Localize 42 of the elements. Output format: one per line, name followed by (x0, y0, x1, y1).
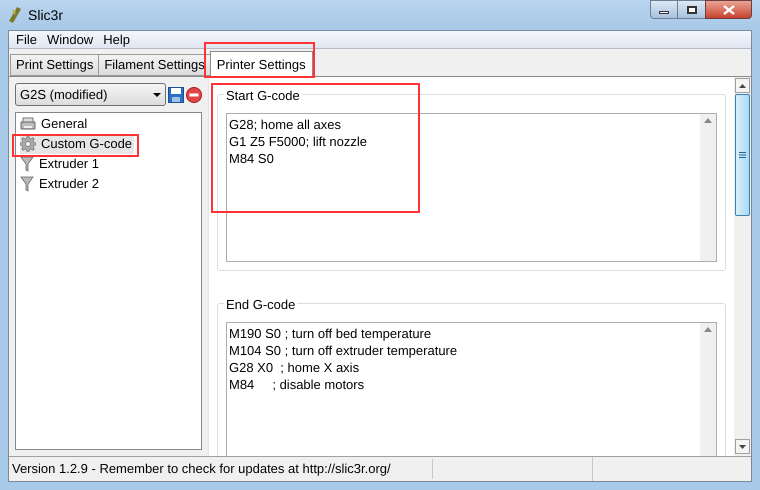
scroll-up-icon (704, 327, 712, 332)
maximize-button[interactable] (678, 0, 705, 19)
scrollbar[interactable] (700, 114, 716, 261)
tree-item[interactable]: Extruder 1 (20, 154, 101, 174)
scroll-up-icon (704, 118, 712, 123)
delete-icon[interactable] (186, 86, 202, 102)
menu-item[interactable]: File (11, 30, 42, 50)
preset-dropdown[interactable]: G2S (modified) (15, 83, 166, 106)
code-editor[interactable]: M190 S0 ; turn off bed temperature M104 S0 ; turn off extruder temperature G28 X0 ; home X axis M84 ; disable motors (226, 322, 717, 456)
tab[interactable]: Print Settings (10, 54, 100, 76)
code-line: G1 Z5 F5000; lift nozzle (229, 133, 368, 150)
printer-icon (20, 117, 36, 131)
code-editor[interactable]: G28; home all axes G1 Z5 F5000; lift nozzle M84 S0 (226, 113, 717, 262)
tree-item[interactable]: Custom G-code (20, 134, 134, 154)
tree-item[interactable]: Extruder 2 (20, 174, 101, 194)
code-line: M84 ; disable motors (229, 376, 364, 393)
tab[interactable]: Printer Settings (210, 51, 313, 77)
window-title: Slic3r (28, 6, 64, 24)
tab[interactable]: Filament Settings (98, 54, 211, 76)
scroll-down-icon (739, 444, 746, 448)
dropdown-caret-icon (153, 92, 161, 96)
save-icon[interactable] (168, 86, 184, 102)
scroll-up-icon (739, 84, 746, 88)
code-line: M190 S0 ; turn off bed temperature (229, 325, 432, 342)
close-icon (722, 4, 734, 14)
scrollbar[interactable] (700, 323, 716, 456)
scrollbar[interactable] (734, 77, 751, 456)
status-text: Version 1.2.9 - Remember to check for updates at http://slic3r.org/ (9, 459, 433, 479)
code-line: M84 S0 (229, 150, 274, 167)
code-line: G28 X0 ; home X axis (229, 359, 360, 376)
minimize-button[interactable] (650, 0, 678, 19)
menu-item[interactable]: Window (42, 30, 98, 50)
code-line: G28; home all axes (229, 116, 342, 133)
close-button[interactable] (705, 0, 752, 19)
code-line: M104 S0 ; turn off extruder temperature (229, 342, 458, 359)
menu-item[interactable]: Help (98, 30, 135, 50)
funnel-icon (20, 176, 34, 192)
app-logo-icon (8, 7, 22, 23)
gear-icon (20, 136, 36, 152)
scroll-thumb[interactable] (735, 94, 750, 216)
grip-icon (739, 152, 746, 158)
funnel-icon (20, 156, 34, 172)
